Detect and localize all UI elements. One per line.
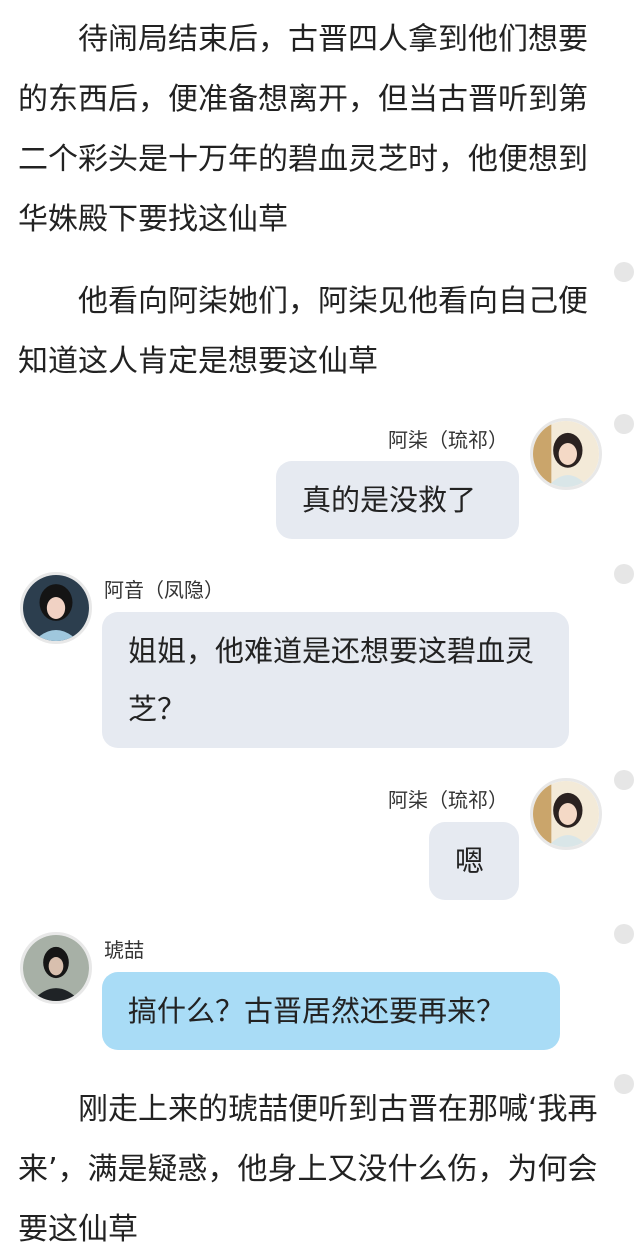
avatar-image — [23, 935, 89, 1001]
chat-bubble[interactable]: 嗯 — [429, 822, 519, 900]
chat-bubble[interactable]: 真的是没救了 — [276, 461, 519, 539]
scroll-dot — [614, 770, 634, 790]
avatar-image — [23, 575, 89, 641]
sender-name: 琥喆 — [104, 938, 144, 962]
avatar[interactable] — [530, 778, 602, 850]
story-paragraph: 待闹局结束后，古晋四人拿到他们想要的东西后，便准备想离开，但当古晋听到第二个彩头… — [18, 22, 588, 237]
avatar-image — [533, 781, 599, 847]
avatar[interactable] — [530, 418, 602, 490]
scroll-dot — [614, 262, 634, 282]
scroll-dot — [614, 924, 634, 944]
chat-bubble[interactable]: 搞什么？古晋居然还要再来？ — [102, 972, 560, 1050]
story-paragraph: 刚走上来的琥喆便听到古晋在那喊‘我再来’，满是疑惑，他身上又没什么伤，为何会要这… — [18, 1092, 598, 1247]
avatar[interactable] — [20, 572, 92, 644]
sender-name: 阿音（凤隐） — [104, 578, 224, 602]
story-paragraph: 他看向阿柒她们，阿柒见他看向自己便知道这人肯定是想要这仙草 — [18, 284, 588, 379]
chat-bubble[interactable]: 姐姐，他难道是还想要这碧血灵芝？ — [102, 612, 569, 748]
sender-name: 阿柒（琉祁） — [388, 428, 508, 452]
scroll-dot — [614, 564, 634, 584]
avatar[interactable] — [20, 932, 92, 1004]
sender-name: 阿柒（琉祁） — [388, 788, 508, 812]
avatar-image — [533, 421, 599, 487]
scroll-dot — [614, 414, 634, 434]
scroll-dot — [614, 1074, 634, 1094]
